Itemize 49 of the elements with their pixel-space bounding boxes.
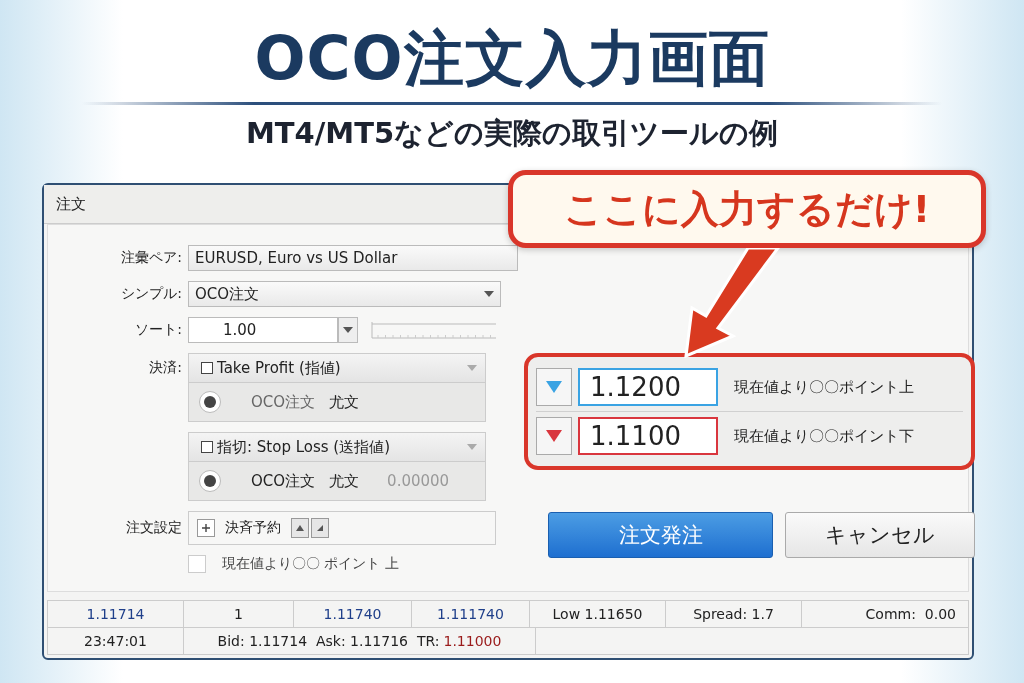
- status-cell: Low 1.11650: [530, 601, 666, 627]
- status-cell: 1: [184, 601, 294, 627]
- status-cell: 1.111740: [412, 601, 530, 627]
- caret-icon: [467, 365, 477, 371]
- caret-icon: [343, 327, 353, 333]
- volume-field[interactable]: 1.00: [188, 317, 338, 343]
- corner-icon[interactable]: [311, 518, 329, 538]
- page-subtitle: MT4/MT5などの実際の取引ツールの例: [245, 115, 779, 152]
- option-text: 尤文: [329, 471, 360, 491]
- option-text: 0.00000: [387, 472, 450, 490]
- status-cell-text: Comm: 0.00: [864, 605, 957, 624]
- status-cell: 23:47:01: [48, 628, 184, 654]
- status-cell: 1.11714: [48, 601, 184, 627]
- dropdown-button[interactable]: [338, 317, 358, 343]
- cancel-button[interactable]: キャンセル: [785, 512, 975, 558]
- price-field[interactable]: 1.1100: [578, 417, 718, 455]
- option-text: OCO注文: [251, 471, 316, 491]
- checkbox[interactable]: [201, 441, 213, 453]
- window-title: 注文: [56, 194, 86, 214]
- caret-icon: [467, 444, 477, 450]
- settings-item: 決斉予約: [225, 519, 281, 537]
- price-field[interactable]: 1.1200: [578, 368, 718, 406]
- field-label: 注文設定: [125, 519, 183, 537]
- field-label: ソート:: [134, 321, 183, 339]
- option-text: OCO注文: [251, 392, 316, 412]
- field-label: 決済:: [148, 358, 183, 377]
- page-title: OCO注文入力画面: [254, 22, 770, 95]
- option-text: 尤文: [329, 392, 360, 412]
- radio-button[interactable]: [199, 391, 221, 413]
- status-cell: Spread: 1.7: [666, 601, 802, 627]
- settlement-dropdown[interactable]: Take Profit (指値): [189, 354, 485, 383]
- settlement-dropdown[interactable]: 指切: Stop Loss (送指値): [189, 433, 485, 462]
- symbol-field[interactable]: EURUSD, Euro vs US Dollar: [188, 245, 518, 271]
- status-cell: Bid: 1.11714 Ask: 1.11716 TR: 1.11000: [184, 628, 536, 654]
- arrow-button[interactable]: [536, 368, 572, 406]
- field-label: シンプル:: [120, 285, 183, 303]
- field-label: 注彙ペア:: [120, 249, 183, 267]
- order-type-dropdown[interactable]: OCO注文: [188, 281, 501, 307]
- price-note: 現在値より〇〇ポイント上: [734, 377, 914, 397]
- checkbox[interactable]: [201, 362, 213, 374]
- caret-icon: [484, 291, 494, 297]
- checkbox-label: 現在値より〇〇 ポイント 上: [222, 555, 399, 573]
- price-note: 現在値より〇〇ポイント下: [734, 426, 914, 446]
- status-cell: 1.11740: [294, 601, 412, 627]
- place-order-button[interactable]: 注文発注: [548, 512, 773, 558]
- expand-icon[interactable]: [197, 519, 215, 537]
- speech-bubble: ここに入力するだけ!: [508, 170, 986, 248]
- radio-button[interactable]: [199, 470, 221, 492]
- arrow-button[interactable]: [536, 417, 572, 455]
